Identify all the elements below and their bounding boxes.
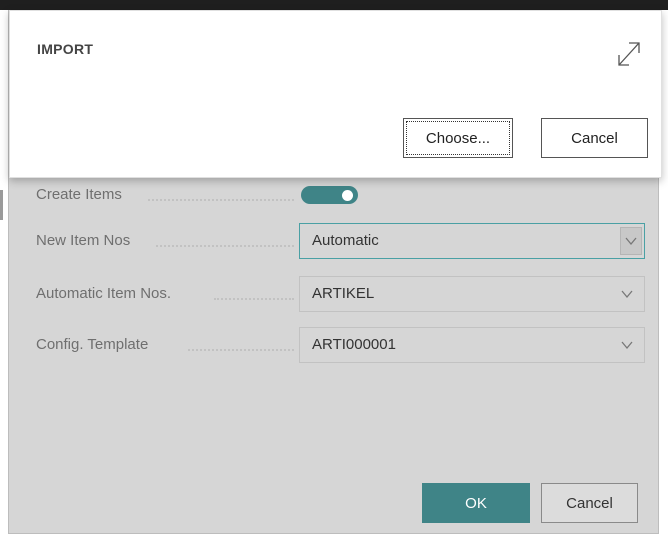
field-new-item-nos: New Item Nos Automatic — [36, 223, 648, 259]
import-dialog-title: IMPORT — [37, 41, 94, 57]
field-create-items: Create Items — [36, 177, 648, 213]
chevron-down-icon[interactable] — [620, 338, 634, 352]
import-dialog: IMPORT Choose... Cancel — [9, 10, 662, 178]
top-window-strip — [0, 0, 668, 10]
create-items-toggle[interactable] — [301, 186, 358, 204]
chevron-down-icon[interactable] — [620, 287, 634, 301]
ok-button[interactable]: OK — [422, 483, 530, 523]
new-item-nos-select[interactable]: Automatic — [299, 223, 645, 259]
config-template-value: ARTI000001 — [312, 336, 396, 353]
automatic-item-nos-label: Automatic Item Nos. — [36, 285, 172, 302]
label-leader-dots — [214, 298, 294, 300]
label-leader-dots — [148, 199, 294, 201]
new-item-nos-value: Automatic — [312, 232, 379, 249]
new-item-nos-label: New Item Nos — [36, 232, 131, 249]
choose-file-button[interactable]: Choose... — [403, 118, 513, 158]
field-config-template: Config. Template ARTI000001 — [36, 327, 648, 363]
config-template-label: Config. Template — [36, 336, 149, 353]
automatic-item-nos-value: ARTIKEL — [312, 285, 375, 302]
toggle-knob — [342, 190, 353, 201]
left-edge-divider — [0, 190, 3, 220]
expand-diagonal-icon[interactable] — [615, 39, 643, 69]
dropdown-button[interactable] — [620, 227, 642, 255]
automatic-item-nos-select[interactable]: ARTIKEL — [299, 276, 645, 312]
cancel-button[interactable]: Cancel — [541, 483, 638, 523]
label-leader-dots — [188, 349, 294, 351]
chevron-down-icon — [625, 237, 637, 246]
config-template-select[interactable]: ARTI000001 — [299, 327, 645, 363]
field-automatic-item-nos: Automatic Item Nos. ARTIKEL — [36, 276, 648, 312]
create-items-label: Create Items — [36, 186, 122, 203]
label-leader-dots — [156, 245, 294, 247]
import-cancel-button[interactable]: Cancel — [541, 118, 648, 158]
